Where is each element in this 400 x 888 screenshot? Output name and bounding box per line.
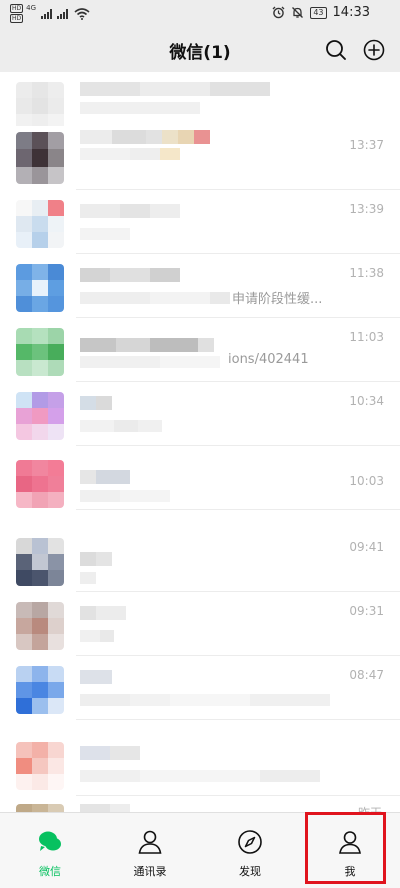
contact-name-blurred [80,606,126,620]
tab-chats[interactable]: 微信 [0,813,100,888]
chat-time: 昨天 [358,804,382,812]
avatar [16,742,64,790]
avatar [16,132,64,184]
avatar [16,804,64,812]
wifi-icon [74,7,90,20]
chat-row[interactable]: 13:39 [0,190,400,254]
contact-name-blurred [80,804,130,812]
chat-row[interactable]: 09:41 [0,528,400,592]
contact-name-blurred [80,670,112,684]
highlight-annotation-box [305,812,386,884]
chat-icon [39,831,61,851]
chat-time: 08:47 [349,668,384,682]
chat-row[interactable]: 09:31 [0,592,400,656]
chat-time: 10:34 [349,394,384,408]
contact-name-blurred [80,470,130,484]
message-blurred [80,630,114,642]
contacts-icon [138,830,162,854]
chat-row[interactable]: 昨天 [0,796,400,812]
message-blurred [80,356,220,368]
avatar [16,328,64,376]
signal2-icon [57,8,69,19]
chat-preview: 申请阶段性缓... [232,292,323,307]
status-time: 14:33 [332,5,370,20]
network-label: 4G [26,4,37,12]
contact-name-blurred [80,338,214,352]
search-icon[interactable] [322,36,350,64]
add-icon[interactable] [360,36,388,64]
contact-name-blurred [80,396,112,410]
sim2-hd-label: HD [10,14,24,23]
signal-icon [41,8,53,19]
avatar [16,264,64,312]
chat-row[interactable]: 申请阶段性缓... 11:38 [0,254,400,318]
avatar [16,200,64,248]
message-blurred [80,420,162,432]
mute-bell-icon [292,7,304,18]
message-blurred [80,770,320,782]
avatar [16,460,64,508]
tab-label: 微信 [39,865,61,878]
chat-time: 11:03 [349,330,384,344]
avatar [16,82,64,130]
chat-row[interactable]: 10:03 [0,446,400,510]
chat-time: 13:39 [349,202,384,216]
message-blurred [80,694,330,706]
chat-time: 11:38 [349,266,384,280]
avatar [16,538,64,586]
contact-name-blurred [80,268,180,282]
chat-time: 09:41 [349,540,384,554]
contact-name-blurred [80,204,180,218]
chat-time: 09:31 [349,604,384,618]
battery-icon: 43 [310,6,327,19]
sim1-hd-label: HD [10,4,24,13]
contact-name-blurred [80,82,270,96]
chat-row[interactable]: 10:34 [0,382,400,446]
tab-label: 发现 [239,865,261,878]
chat-time: 13:37 [349,138,384,152]
status-bar: HD HD 4G 43 14:33 [0,0,400,28]
chat-row[interactable] [0,732,400,796]
avatar [16,392,64,440]
message-blurred [80,572,96,584]
compass-icon [238,830,262,854]
message-blurred [80,292,230,304]
tab-label: 通讯录 [133,865,167,878]
message-blurred [80,102,200,114]
chat-preview: ions/402441 [228,352,309,367]
chat-list[interactable]: 13:37 13:39 申请阶段性缓... 11:38 ions/402441 [0,72,400,812]
avatar [16,666,64,714]
avatar [16,602,64,650]
contact-name-blurred [80,130,210,144]
message-blurred [80,228,130,240]
alarm-icon [272,6,285,19]
contact-name-blurred [80,552,112,566]
chat-row[interactable]: ions/402441 11:03 [0,318,400,382]
tab-contacts[interactable]: 通讯录 [100,813,200,888]
tab-discover[interactable]: 发现 [200,813,300,888]
chat-row[interactable]: 08:47 [0,656,400,720]
message-blurred [80,490,170,502]
message-blurred [80,148,180,160]
contact-name-blurred [80,746,140,760]
chat-row[interactable]: 13:37 [0,126,400,190]
battery-level: 43 [313,7,324,17]
chat-time: 10:03 [349,474,384,488]
header: 微信(1) [0,28,400,72]
